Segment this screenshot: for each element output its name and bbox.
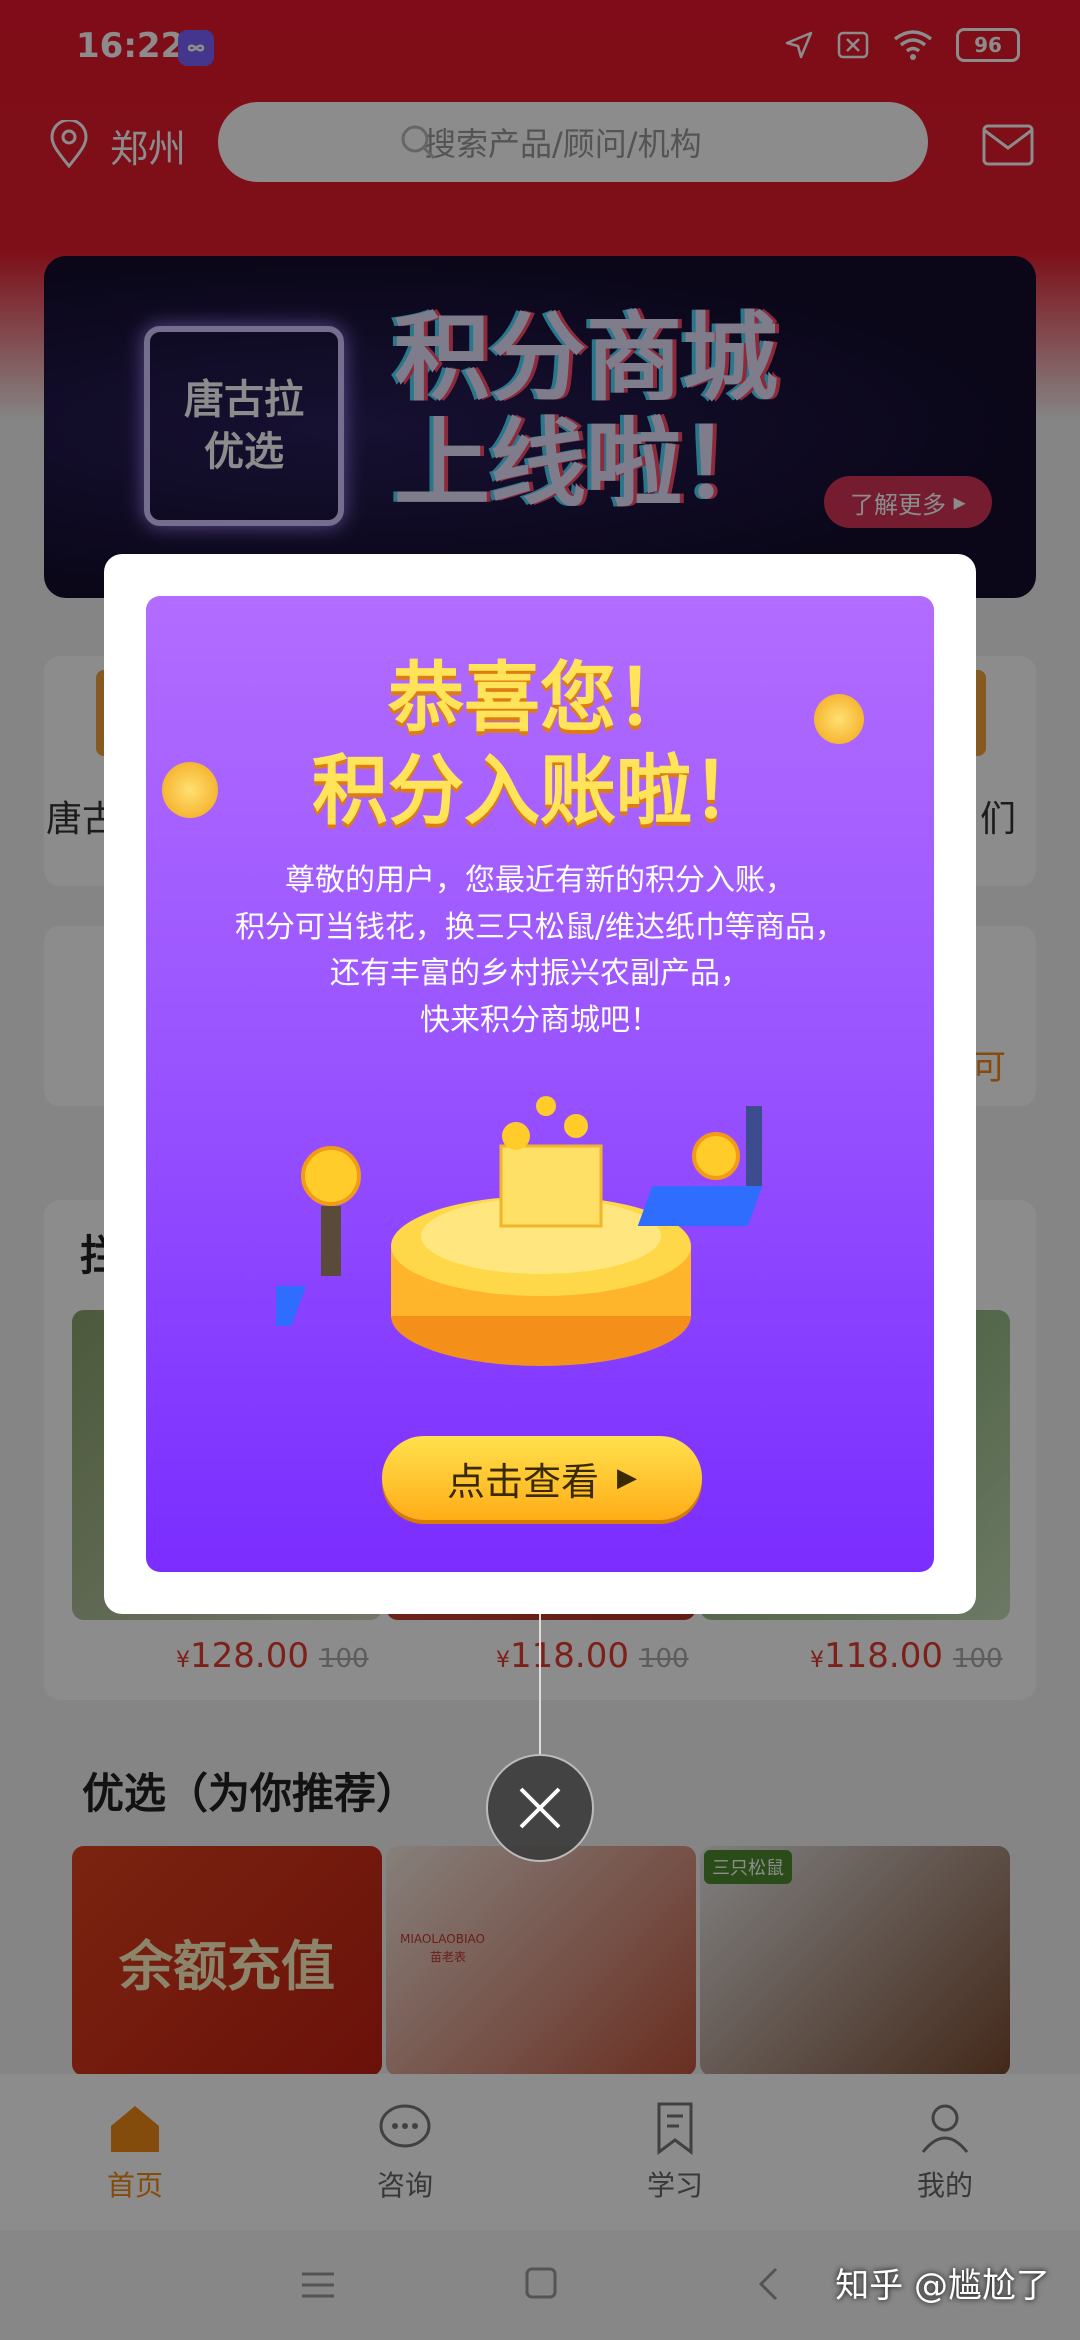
modal-body-line-4: 快来积分商城吧！: [420, 1002, 660, 1038]
close-icon: [519, 1787, 561, 1829]
modal-content: 恭喜您！ 积分入账啦！ 尊敬的用户，您最近有新的积分入账， 积分可当钱花，换三只…: [146, 596, 934, 1572]
modal-body-line-1: 尊敬的用户，您最近有新的积分入账，: [285, 863, 795, 898]
view-button-label: 点击查看: [446, 1459, 599, 1504]
coin-decor-right: [814, 694, 864, 744]
modal-body-line-2: 积分可当钱花，换三只松鼠/维达纸巾等商品，: [234, 909, 846, 945]
play-arrow-icon: ▶: [617, 1463, 637, 1493]
coin-decor-left: [162, 762, 218, 818]
modal-body: 尊敬的用户，您最近有新的积分入账， 积分可当钱花，换三只松鼠/维达纸巾等商品， …: [146, 858, 934, 1044]
points-modal: 恭喜您！ 积分入账啦！ 尊敬的用户，您最近有新的积分入账， 积分可当钱花，换三只…: [104, 554, 976, 1614]
watermark: 知乎 @尴尬了: [835, 2266, 1050, 2306]
close-button[interactable]: [486, 1754, 594, 1862]
modal-title-line-2: 积分入账啦！: [312, 745, 768, 835]
modal-title: 恭喜您！ 积分入账啦！: [146, 652, 934, 837]
modal-body-line-3: 还有丰富的乡村振兴农副产品，: [330, 956, 750, 991]
close-connector: [539, 1614, 541, 1754]
view-button[interactable]: 点击查看 ▶: [382, 1436, 702, 1520]
treasure-illustration: [276, 1096, 763, 1366]
modal-title-line-1: 恭喜您！: [388, 653, 692, 742]
